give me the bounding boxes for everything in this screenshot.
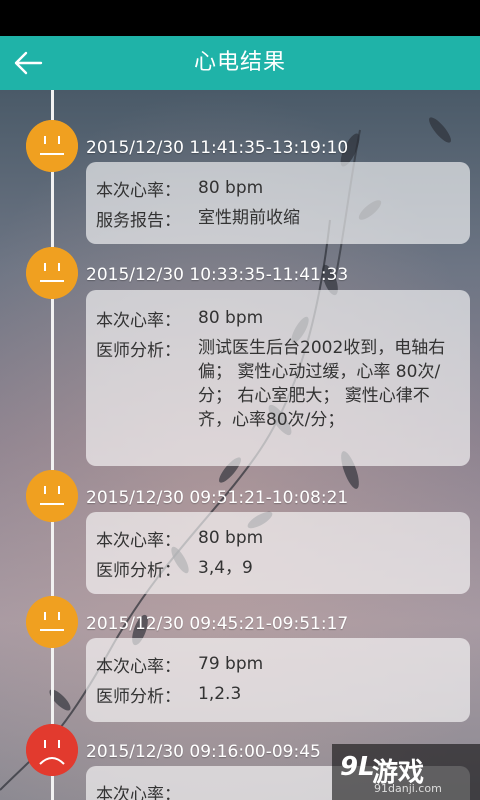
note-label: 医师分析：	[96, 561, 181, 581]
note-label: 医师分析：	[96, 687, 181, 707]
neutral-face-icon	[26, 247, 78, 299]
record-timestamp: 2015/12/30 10:33:35-11:41:33	[86, 265, 349, 285]
heart-rate-label: 本次心率：	[96, 785, 181, 800]
record-timestamp: 2015/12/30 09:16:00-09:45	[86, 742, 321, 762]
page-title: 心电结果	[193, 50, 286, 75]
app-bar: 心电结果	[0, 36, 480, 90]
note-value: 室性期前收缩	[198, 208, 300, 228]
watermark-site: 91danji.com	[374, 782, 442, 795]
record-timestamp: 2015/12/30 09:45:21-09:51:17	[86, 614, 349, 634]
heart-rate-label: 本次心率：	[96, 531, 181, 551]
neutral-face-icon	[26, 596, 78, 648]
timeline-line	[51, 90, 54, 800]
heart-rate-value: 80 bpm	[198, 178, 264, 198]
watermark-logo: 9L	[340, 752, 375, 782]
results-list[interactable]: 2015/12/30 11:41:35-13:19:10 本次心率： 80 bp…	[0, 90, 480, 800]
heart-rate-label: 本次心率：	[96, 657, 181, 677]
note-value: 1,2.3	[198, 684, 242, 704]
record-timestamp: 2015/12/30 11:41:35-13:19:10	[86, 138, 349, 158]
site-watermark: 9L 游戏 91danji.com	[332, 744, 480, 800]
record-card[interactable]: 本次心率： 79 bpm 医师分析： 1,2.3	[86, 638, 470, 722]
record-timestamp: 2015/12/30 09:51:21-10:08:21	[86, 488, 349, 508]
heart-rate-value: 79 bpm	[198, 654, 264, 674]
note-value: 3,4，9	[198, 558, 253, 578]
sad-face-icon	[26, 724, 78, 776]
note-label: 服务报告：	[96, 211, 181, 231]
heart-rate-label: 本次心率：	[96, 181, 181, 201]
note-label: 医师分析：	[96, 341, 181, 361]
heart-rate-value: 80 bpm	[198, 308, 264, 328]
note-value: 测试医生后台2002收到，电轴右偏； 窦性心动过缓，心率 80次/分； 右心室肥…	[198, 338, 446, 430]
record-card[interactable]: 本次心率： 80 bpm 医师分析： 3,4，9	[86, 512, 470, 594]
status-bar	[0, 0, 480, 36]
neutral-face-icon	[26, 470, 78, 522]
heart-rate-label: 本次心率：	[96, 311, 181, 331]
record-card[interactable]: 本次心率： 80 bpm 服务报告： 室性期前收缩	[86, 162, 470, 244]
neutral-face-icon	[26, 120, 78, 172]
record-card[interactable]: 本次心率： 80 bpm 医师分析： 测试医生后台2002收到，电轴右偏； 窦性…	[86, 290, 470, 466]
heart-rate-value: 80 bpm	[198, 528, 264, 548]
